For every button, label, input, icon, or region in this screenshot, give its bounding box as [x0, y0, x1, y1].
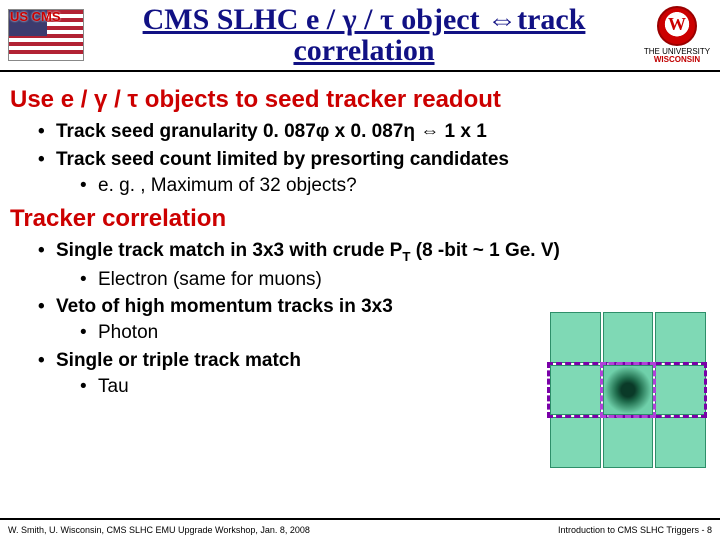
- title-block: CMS SLHC e / γ / τ object ⇔track correla…: [86, 4, 642, 67]
- grid-cell: [655, 417, 706, 468]
- grid-cell: [550, 365, 601, 416]
- list-item: Track seed granularity 0. 087φ x 0. 087η…: [38, 120, 710, 144]
- list-item: Track seed count limited by presorting c…: [38, 148, 710, 198]
- grid-cell: [655, 312, 706, 363]
- list-item: Single track match in 3x3 with crude PT …: [38, 239, 710, 291]
- uscms-label: US CMS: [10, 9, 61, 24]
- slide-header: US CMS CMS SLHC e / γ / τ object ⇔track …: [0, 0, 720, 72]
- seed-list: Track seed granularity 0. 087φ x 0. 087η…: [38, 120, 710, 197]
- list-item: Electron (same for muons): [80, 268, 710, 292]
- wisconsin-shield-icon: [657, 6, 697, 46]
- slide-title: CMS SLHC e / γ / τ object ⇔track correla…: [86, 4, 642, 67]
- wisconsin-text: THE UNIVERSITY WISCONSIN: [644, 48, 710, 64]
- grid-cell: [655, 365, 706, 416]
- section-heading-seed: Use e / γ / τ objects to seed tracker re…: [10, 86, 710, 114]
- section-heading-correlation: Tracker correlation: [10, 205, 710, 233]
- grid-cell: [550, 312, 601, 363]
- slide-footer: W. Smith, U. Wisconsin, CMS SLHC EMU Upg…: [0, 518, 720, 540]
- list-item: e. g. , Maximum of 32 objects?: [80, 174, 710, 198]
- tracker-grid-diagram: [550, 312, 706, 468]
- grid-cell: [550, 417, 601, 468]
- footer-right: Introduction to CMS SLHC Triggers - 8: [558, 525, 712, 535]
- footer-left: W. Smith, U. Wisconsin, CMS SLHC EMU Upg…: [8, 525, 310, 535]
- grid-cell: [603, 417, 654, 468]
- uscms-logo: US CMS: [6, 5, 86, 65]
- grid-cell: [603, 312, 654, 363]
- grid-cell-center: [603, 365, 654, 416]
- wisconsin-logo: THE UNIVERSITY WISCONSIN: [642, 4, 712, 66]
